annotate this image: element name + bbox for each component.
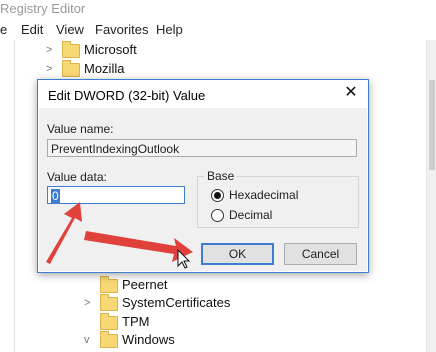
arrow-annotation bbox=[46, 202, 82, 264]
arrow-annotation bbox=[84, 231, 193, 262]
annotation-overlay bbox=[46, 202, 193, 269]
